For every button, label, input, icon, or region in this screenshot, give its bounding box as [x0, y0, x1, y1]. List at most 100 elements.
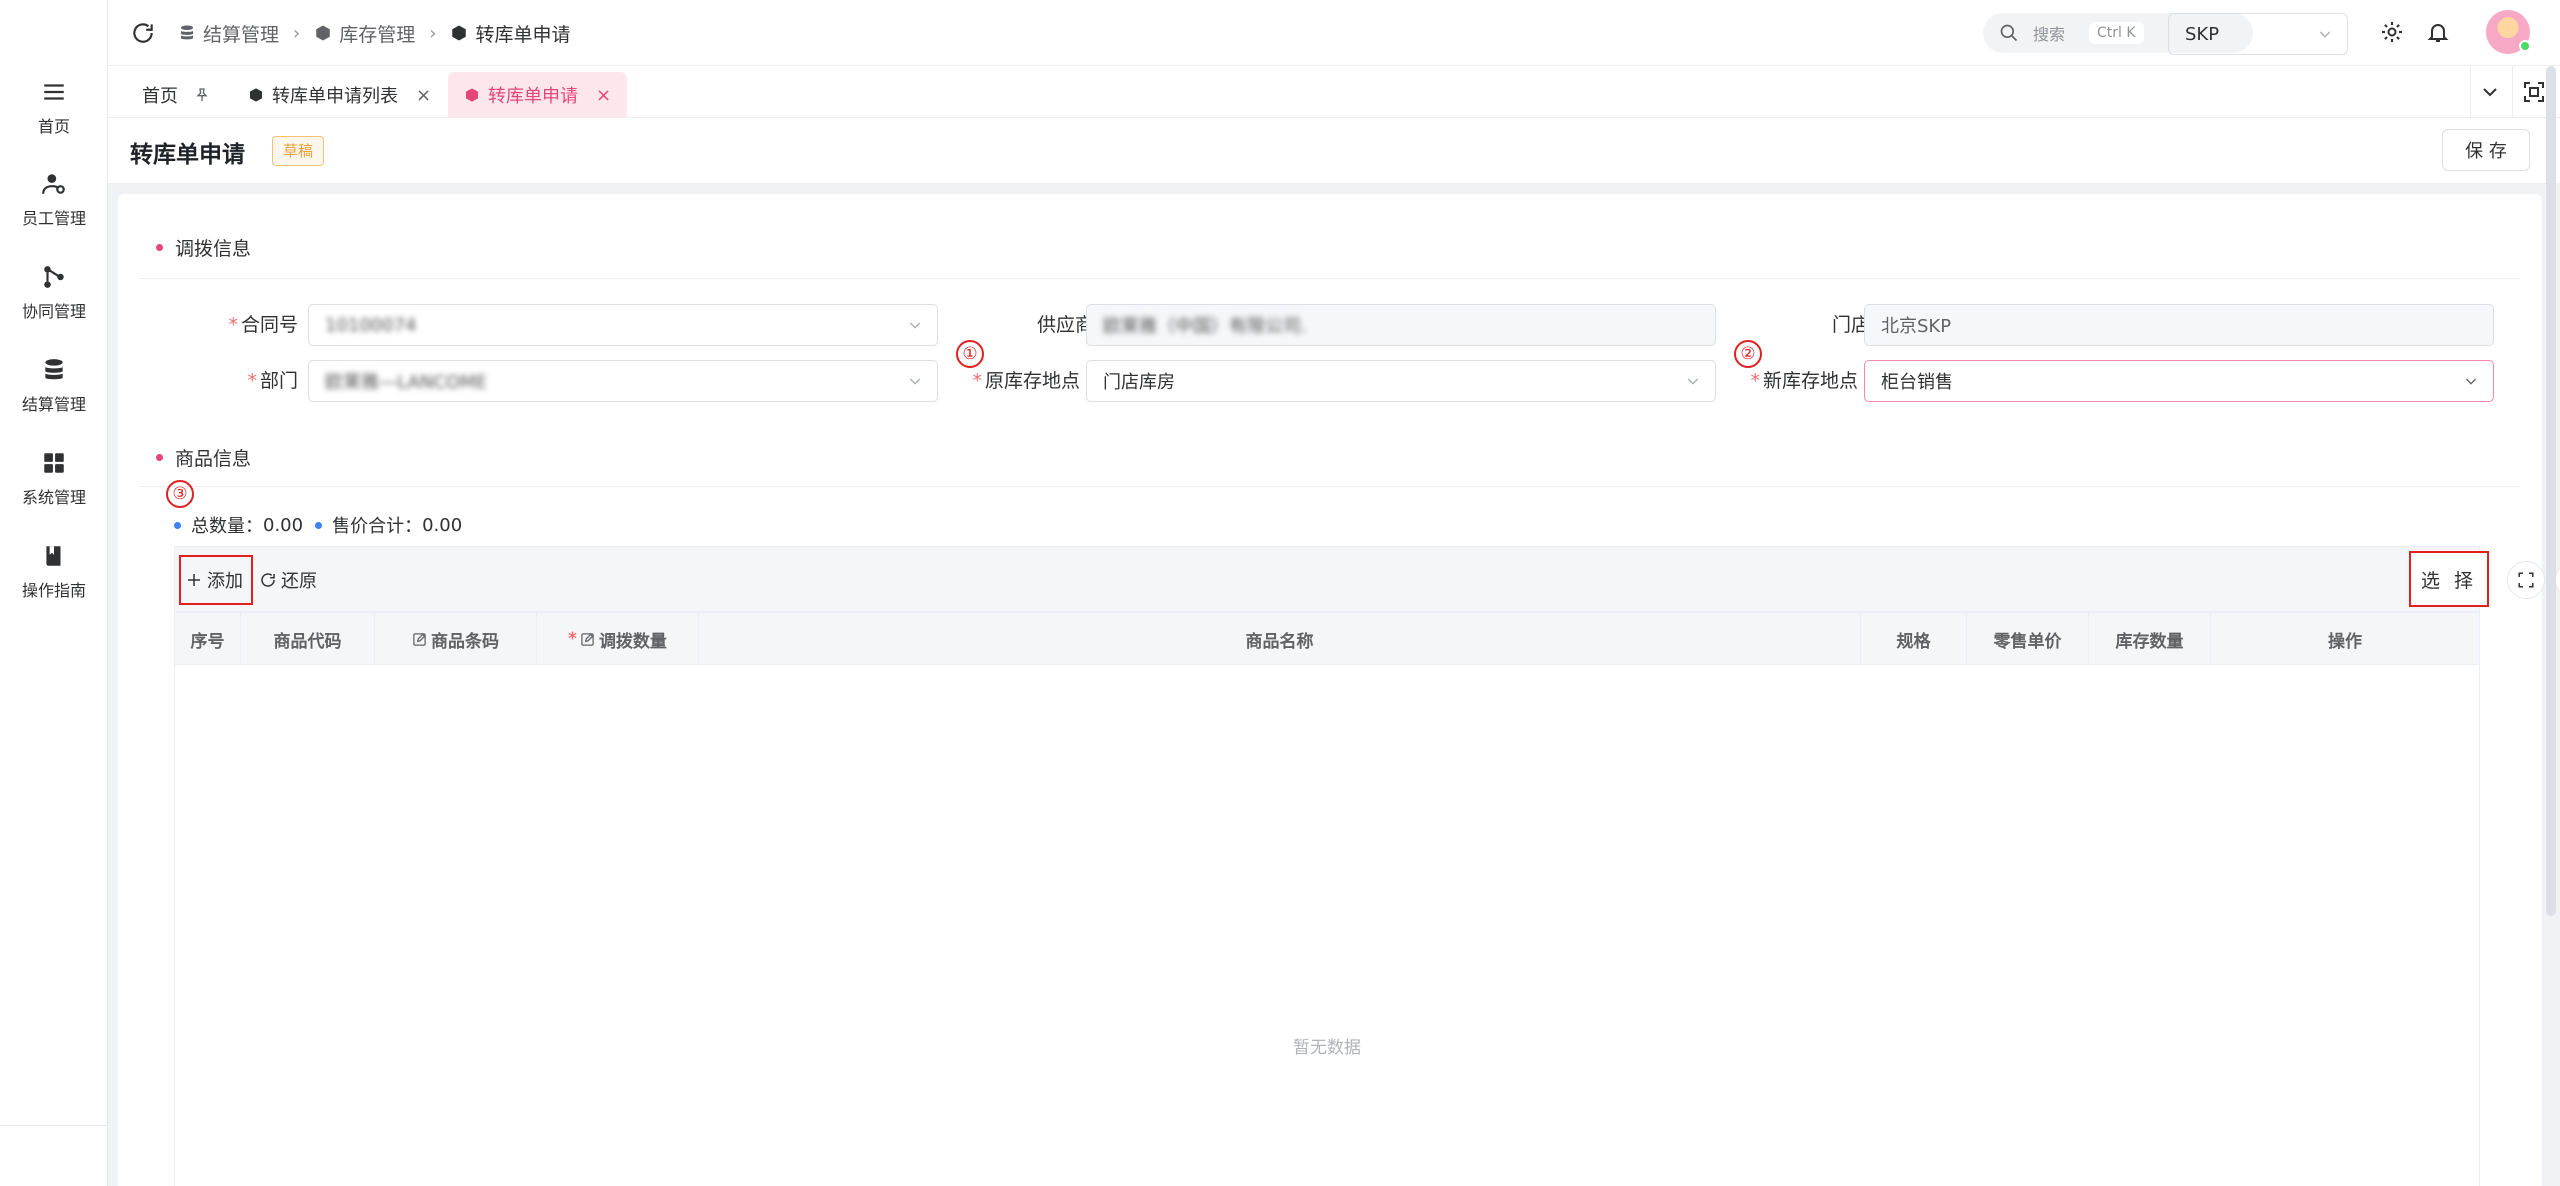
- store-select[interactable]: SKP: [2168, 13, 2348, 55]
- book-icon: [46, 546, 61, 566]
- tab-divider: [2470, 66, 2471, 118]
- expand-table-button[interactable]: [2507, 561, 2545, 599]
- chevron-down-icon[interactable]: [2478, 80, 2502, 104]
- status-badge: 草稿: [272, 136, 325, 166]
- chevron-down-icon: [909, 322, 921, 329]
- sidebar-divider: [0, 1125, 108, 1126]
- new-location-label: * 新库存地点: [1750, 370, 1858, 392]
- sidebar-item-collab[interactable]: 协同管理: [0, 253, 108, 333]
- chevron-down-icon: [1687, 378, 1699, 385]
- dept-label: * 部门: [247, 370, 298, 392]
- chevron-down-icon: [2319, 31, 2331, 38]
- gear-icon[interactable]: [2380, 20, 2404, 44]
- search-placeholder: 搜索: [2033, 25, 2066, 44]
- sidebar-item-label: 结算管理: [21, 395, 86, 414]
- annotation-2: ②: [1734, 340, 1762, 368]
- refresh-icon: [261, 573, 275, 587]
- menu-icon: [44, 84, 64, 100]
- fullscreen-icon[interactable]: [2522, 80, 2546, 104]
- sidebar-item-guide[interactable]: 操作指南: [0, 532, 108, 612]
- sidebar-item-settlement[interactable]: 结算管理: [0, 346, 108, 426]
- empty-state: 暂无数据: [1293, 1038, 1361, 1058]
- section-title-allocation: 调拨信息: [156, 234, 251, 261]
- breadcrumb: 结算管理 › 库存管理 › 转库单申请: [178, 0, 570, 66]
- tab-transfer-apply[interactable]: 转库单申请 ×: [448, 72, 628, 118]
- contract-select[interactable]: 10100074: [308, 304, 938, 346]
- column-header: 序号: [175, 613, 241, 665]
- sidebar: 首页 员工管理 协同管理 结算管理 系统管理 操作指南: [0, 0, 108, 1186]
- scrollbar[interactable]: [2546, 66, 2556, 916]
- column-header: 零售单价: [1967, 613, 2089, 665]
- search-shortcut: Ctrl K: [2089, 22, 2144, 44]
- section-title-goods: 商品信息: [156, 444, 251, 471]
- chevron-down-icon: [909, 378, 921, 385]
- search-icon: [2000, 24, 2018, 42]
- bullet-dot: [174, 521, 181, 529]
- breadcrumb-item-current: 转库单申请: [450, 20, 570, 47]
- dept-select[interactable]: 欧莱雅—LANCOME: [308, 360, 938, 402]
- section-divider: [140, 278, 2520, 279]
- new-location-select[interactable]: 柜台销售: [1864, 360, 2494, 402]
- table-toolbar: 添加 还原 选 择: [174, 546, 2560, 612]
- plus-icon: [188, 574, 200, 586]
- tab-home[interactable]: 首页: [126, 72, 226, 118]
- store-label: 门店: [1831, 314, 1870, 336]
- close-icon[interactable]: ×: [416, 85, 431, 106]
- breadcrumb-item[interactable]: 库存管理: [314, 20, 415, 47]
- close-icon[interactable]: ×: [596, 85, 611, 106]
- annotation-3: ③: [166, 480, 194, 508]
- bullet-dot: [315, 521, 323, 529]
- online-status-dot: [2519, 40, 2531, 52]
- restore-button[interactable]: 还原: [259, 555, 317, 605]
- sidebar-item-home[interactable]: 首页: [0, 68, 108, 148]
- page-header: 转库单申请 草稿 保 存: [108, 118, 2560, 184]
- cube-icon: [452, 25, 467, 41]
- bell-icon[interactable]: [2426, 20, 2450, 44]
- sidebar-item-label: 协同管理: [21, 302, 86, 321]
- select-button[interactable]: 选 择: [2409, 551, 2489, 607]
- store-field: 北京SKP: [1864, 304, 2494, 346]
- goods-summary: 总数量： 0.00 售价合计： 0.00: [174, 512, 474, 538]
- grid-icon: [44, 453, 64, 473]
- refresh-icon[interactable]: [130, 20, 156, 46]
- orig-location-label: * 原库存地点: [972, 370, 1080, 392]
- column-header: * 调拨数量: [537, 613, 699, 665]
- top-header: 结算管理 › 库存管理 › 转库单申请 搜索 Ctrl K SKP: [108, 0, 2560, 66]
- breadcrumb-item[interactable]: 结算管理: [178, 20, 279, 47]
- pin-icon[interactable]: [194, 87, 210, 103]
- supplier-label: 供应商: [1036, 314, 1094, 336]
- tab-divider: [2512, 66, 2513, 118]
- breadcrumb-separator: ›: [429, 22, 437, 44]
- add-button[interactable]: 添加: [179, 555, 253, 605]
- database-icon: [181, 25, 193, 40]
- edit-icon: [581, 632, 594, 646]
- tab-transfer-list[interactable]: 转库单申请列表 ×: [232, 72, 447, 118]
- total-price: 0.00: [422, 514, 463, 536]
- table-header: 序号 商品代码 商品条码 * 调拨数量 商品名称 规格 零售单价 库存数量 操作: [175, 613, 2479, 665]
- total-quantity: 0.00: [263, 514, 304, 536]
- user-gear-icon: [42, 174, 65, 194]
- chevron-down-icon: [2465, 378, 2477, 385]
- database-icon: [45, 359, 63, 380]
- contract-label: * 合同号: [228, 314, 298, 336]
- cube-icon: [466, 88, 478, 102]
- edit-icon: [413, 632, 426, 646]
- sidebar-item-label: 首页: [37, 117, 70, 136]
- column-header: 库存数量: [2089, 613, 2211, 665]
- column-header: 商品条码: [375, 613, 537, 665]
- branch-icon: [44, 266, 64, 288]
- orig-location-select[interactable]: 门店库房: [1086, 360, 1716, 402]
- sidebar-item-employee[interactable]: 员工管理: [0, 160, 108, 240]
- column-header: 商品名称: [699, 613, 1861, 665]
- page-title: 转库单申请: [130, 142, 245, 168]
- column-header: 操作: [2328, 631, 2362, 652]
- save-button[interactable]: 保 存: [2442, 129, 2530, 171]
- sidebar-item-label: 员工管理: [21, 209, 86, 228]
- column-header: 商品代码: [241, 613, 375, 665]
- cube-icon: [250, 88, 262, 102]
- annotation-1: ①: [956, 340, 984, 368]
- cube-icon: [316, 25, 330, 41]
- column-header: 规格: [1861, 613, 1967, 665]
- breadcrumb-separator: ›: [293, 22, 301, 44]
- sidebar-item-system[interactable]: 系统管理: [0, 439, 108, 519]
